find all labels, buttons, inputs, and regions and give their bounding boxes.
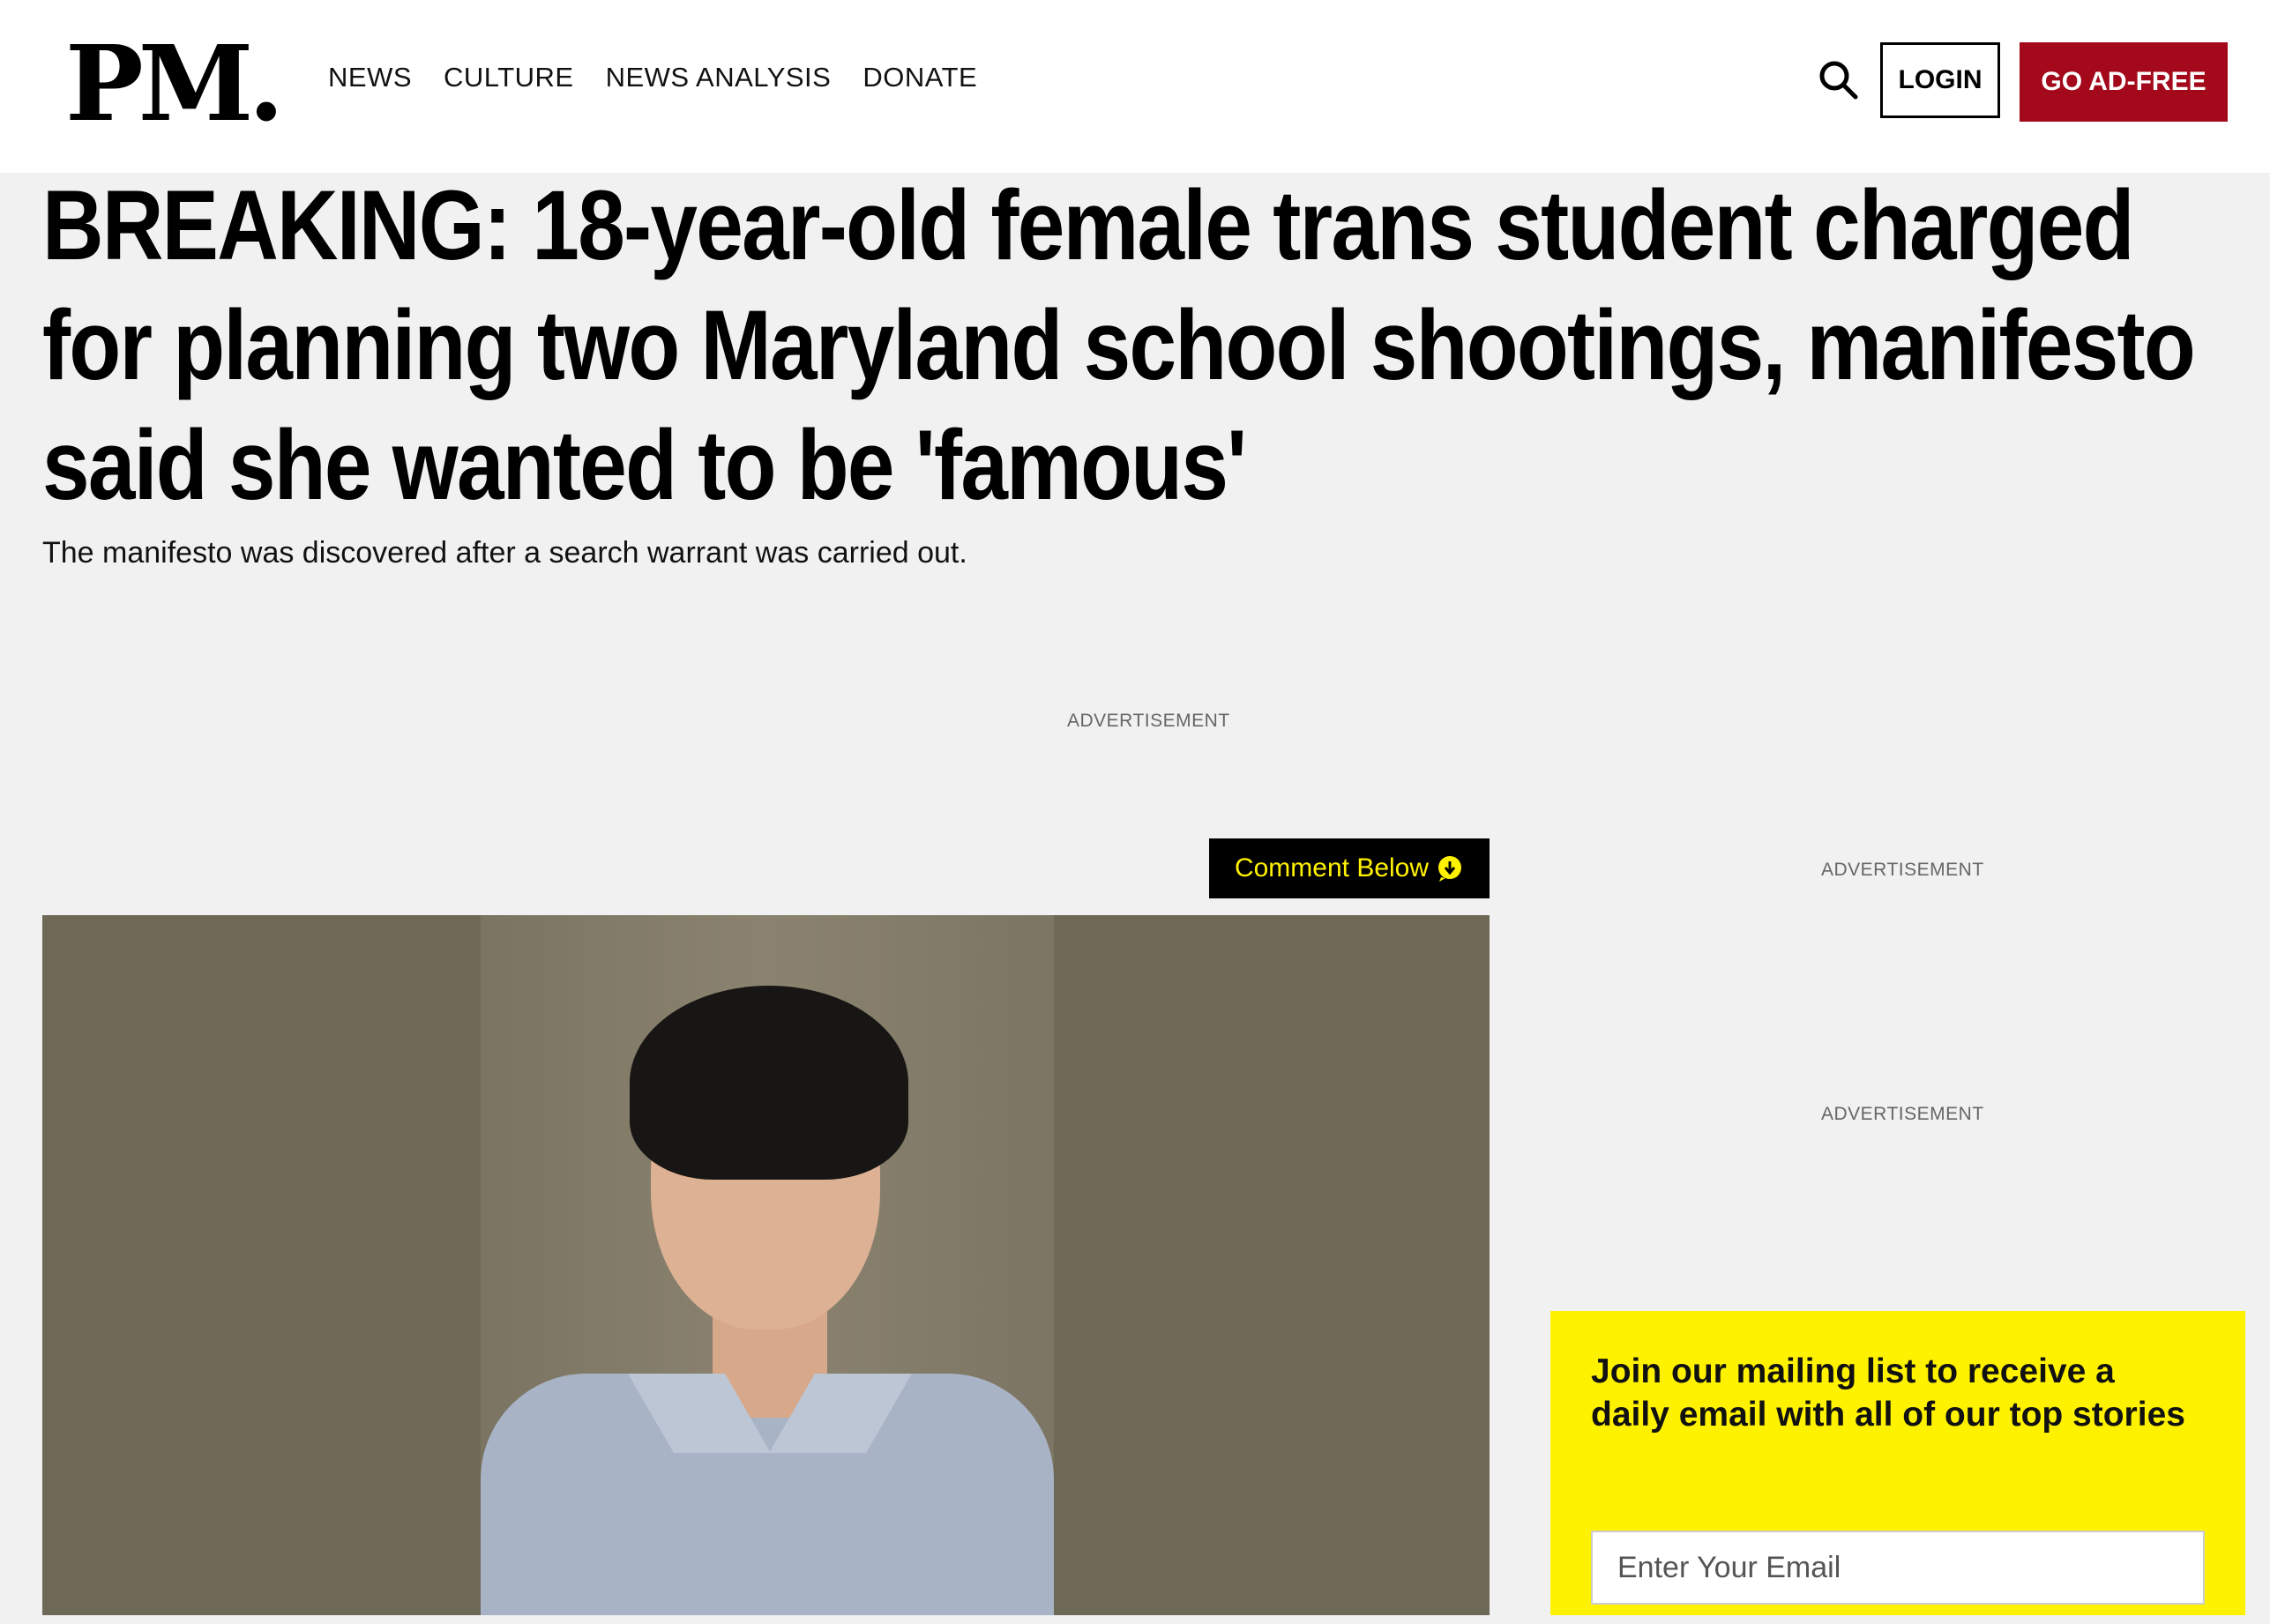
- sidebar-advertisement-label: ADVERTISEMENT: [1821, 1104, 1984, 1124]
- nav-item-news[interactable]: NEWS: [328, 62, 412, 93]
- site-logo[interactable]: PM.: [65, 26, 284, 141]
- sidebar-advertisement-label: ADVERTISEMENT: [1821, 860, 1984, 880]
- comment-below-button[interactable]: Comment Below: [1209, 838, 1490, 898]
- article-photo: [42, 915, 1490, 1615]
- search-icon[interactable]: [1817, 58, 1859, 101]
- advertisement-label: ADVERTISEMENT: [1067, 711, 1230, 731]
- newsletter-signup: Join our mailing list to receive a daily…: [1550, 1311, 2245, 1615]
- article-subheadline: The manifesto was discovered after a sea…: [42, 536, 967, 570]
- nav-item-donate[interactable]: DONATE: [862, 62, 977, 93]
- go-ad-free-button[interactable]: GO AD-FREE: [2020, 42, 2228, 122]
- article-headline: BREAKING: 18-year-old female trans stude…: [42, 170, 2196, 520]
- comment-arrow-icon: [1438, 856, 1462, 882]
- nav-item-culture[interactable]: CULTURE: [444, 62, 574, 93]
- site-header: PM. NEWS CULTURE NEWS ANALYSIS DONATE LO…: [0, 0, 2270, 173]
- photo-hair: [630, 986, 908, 1180]
- login-button[interactable]: LOGIN: [1880, 42, 2000, 118]
- email-field[interactable]: [1591, 1531, 2205, 1605]
- nav-item-news-analysis[interactable]: NEWS ANALYSIS: [606, 62, 832, 93]
- main-nav: NEWS CULTURE NEWS ANALYSIS DONATE: [328, 62, 977, 93]
- comment-below-label: Comment Below: [1234, 853, 1430, 883]
- newsletter-text: Join our mailing list to receive a daily…: [1591, 1352, 2185, 1434]
